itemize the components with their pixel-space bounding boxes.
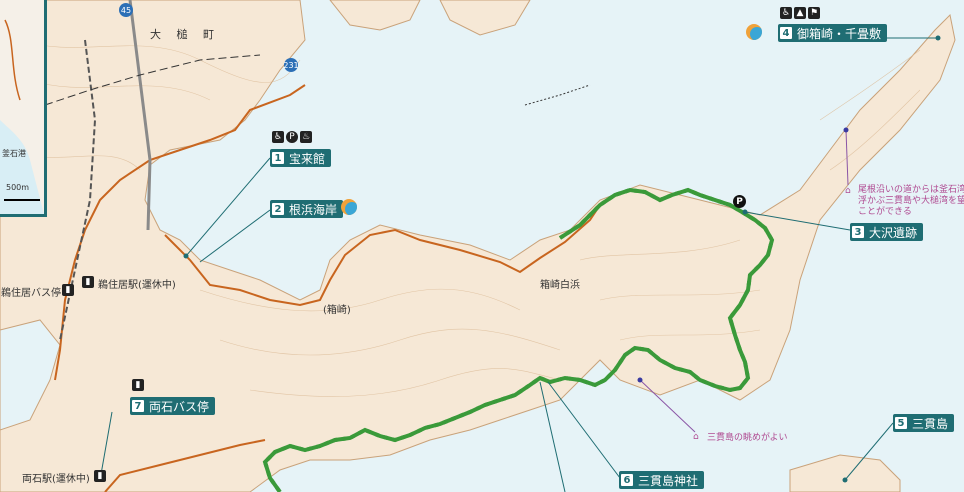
kamaishi-port-label: 釜石港: [2, 149, 26, 158]
spot7-label[interactable]: 7 両石バス停: [130, 397, 216, 415]
scale-label: 500m: [6, 183, 30, 192]
ridge-view-note-line3: ことができる: [858, 207, 912, 217]
town-name: 大 槌 町: [150, 28, 220, 41]
spot1-number: 1: [272, 152, 284, 164]
ridge-view-note-line2: 浮かぶ三貫島や大槌湾を望: [858, 196, 964, 206]
spot1-icons: ♿ P ♨: [272, 131, 312, 143]
toilet-icon-spot4: ♿: [780, 7, 792, 19]
spot3-name: 大沢遺跡: [869, 225, 918, 240]
bus-icon-spot7: ▮: [132, 379, 144, 391]
land-north-islands-2: [439, 0, 531, 36]
spot3-label[interactable]: 3 大沢遺跡: [850, 223, 924, 241]
ridge-view-note: 尾根沿いの道からは釜石湾 浮かぶ三貫島や大槌湾を望 ことができる: [858, 185, 964, 218]
viewpoint-icon: ⚑: [808, 7, 820, 19]
land-north-islands: [329, 0, 421, 31]
island-south: [789, 454, 901, 492]
spot4-number: 4: [780, 27, 792, 39]
spot2-name: 根浜海岸: [289, 202, 338, 217]
sea-line: [524, 84, 591, 106]
spot5-label[interactable]: 5 三貫島: [893, 414, 955, 432]
spot6-label[interactable]: 6 三貫島神社: [619, 471, 705, 489]
spot4-icons: ♿ ▲ ⚑: [780, 7, 820, 19]
spot2-number: 2: [272, 203, 284, 215]
sankan-view-note: 三貫島の眺めがよい: [707, 433, 788, 443]
spot4-name: 御箱崎・千畳敷: [797, 26, 882, 41]
spot5-name: 三貫島: [912, 416, 949, 431]
route-45-marker: 45: [119, 3, 133, 17]
spot4-label[interactable]: 4 御箱崎・千畳敷: [778, 24, 888, 42]
camp-icon: ▲: [794, 7, 806, 19]
viewpoint-marker-icon-2: ⌂: [693, 432, 699, 442]
spot7-number: 7: [132, 400, 144, 412]
train-icon-ryoishi: ▮: [94, 470, 106, 482]
hot-spring-icon: ♨: [300, 131, 312, 143]
train-icon: ▮: [82, 276, 94, 288]
unosumai-station-label: 鵜住居駅(運休中): [98, 280, 176, 291]
spot2-label[interactable]: 2 根浜海岸: [270, 200, 344, 218]
spot3-point: [742, 209, 748, 215]
spot1-label[interactable]: 1 宝来館: [270, 149, 332, 167]
spot5-point: [842, 477, 848, 483]
spot6-name: 三貫島神社: [638, 473, 699, 488]
ryoishi-station-label: 両石駅(運休中): [22, 474, 90, 485]
parking-icon-spot3: P: [733, 195, 746, 208]
beach-icon: [341, 199, 357, 215]
viewpoint-dot: [843, 127, 849, 133]
toilet-icon: ♿: [272, 131, 284, 143]
viewpoint-marker-icon: ⌂: [845, 186, 851, 196]
spot5-number: 5: [895, 417, 907, 429]
spot4-point: [935, 35, 941, 41]
hakozaki-label: (箱崎): [323, 305, 351, 316]
viewpoint-dot-2: [637, 377, 643, 383]
topographic-map[interactable]: [0, 0, 964, 492]
spot3-number: 3: [852, 226, 864, 238]
hakozaki-shirahama-label: 箱崎白浜: [540, 280, 580, 291]
inset-map-graphic: [0, 0, 44, 214]
spot6-number: 6: [621, 474, 633, 486]
beach-icon-spot4: [746, 24, 762, 40]
spot1-point: [183, 253, 189, 259]
parking-icon: P: [286, 131, 298, 143]
bus-icon: ▮: [62, 284, 74, 296]
ridge-view-note-line1: 尾根沿いの道からは釜石湾: [858, 185, 964, 195]
route-231-marker: 231: [283, 58, 299, 72]
spot1-name: 宝来館: [289, 151, 326, 166]
inset-map: 釜石港 500m: [0, 0, 47, 217]
spot7-name: 両石バス停: [149, 399, 210, 414]
unosumai-bus-label: 鵜住居バス停: [1, 284, 61, 299]
